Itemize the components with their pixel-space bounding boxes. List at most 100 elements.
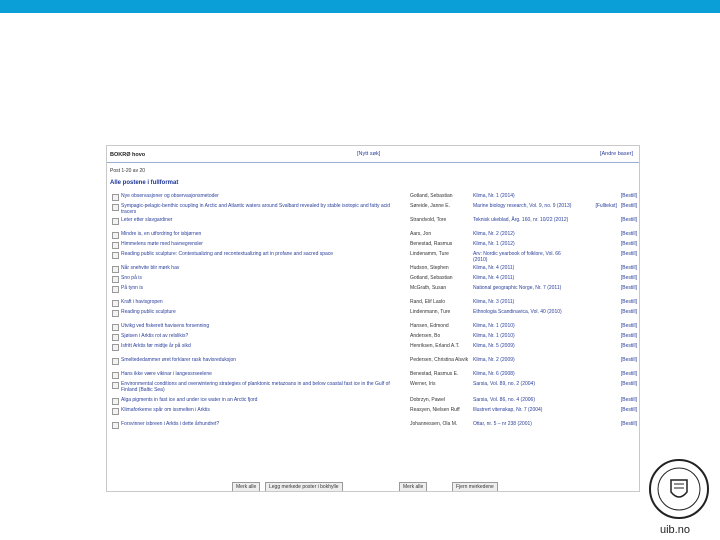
row-source-link[interactable]: Klima, Nr. 2 (2009) — [473, 357, 573, 363]
other-bases-link[interactable]: [Andre baser] — [600, 151, 633, 157]
order-link[interactable]: [Bestill] — [621, 323, 637, 329]
row-checkbox[interactable] — [112, 252, 119, 259]
order-link[interactable]: [Bestill] — [621, 299, 637, 305]
row-source-link[interactable]: Klima, Nr. 1 (2010) — [473, 333, 573, 339]
row-title-link[interactable]: Kraft i havisgropen — [121, 299, 406, 305]
row-title-link[interactable]: Himmelens møte med havnegrensler — [121, 241, 406, 247]
row-title-link[interactable]: Alga pigments in fast ice and under ice … — [121, 397, 406, 403]
row-source-link[interactable]: Klima, Nr. 1 (2014) — [473, 193, 573, 199]
row-source-link[interactable]: Klima, Nr. 1 (2012) — [473, 241, 573, 247]
toolbar-button[interactable]: Merk alle — [399, 482, 428, 491]
row-checkbox[interactable] — [112, 194, 119, 201]
row-title-link[interactable]: Sjøisen i Arktis rot av relslikis? — [121, 333, 406, 339]
row-title-link[interactable]: Sno på is — [121, 275, 406, 281]
order-link[interactable]: [Bestill] — [621, 285, 637, 291]
row-source-link[interactable]: Klima, Nr. 6 (2008) — [473, 371, 573, 377]
row-checkbox[interactable] — [112, 324, 119, 331]
result-row: Sympagic-pelagic-benthic coupling in Arc… — [107, 203, 639, 217]
row-checkbox[interactable] — [112, 286, 119, 293]
row-source-link[interactable]: Ethnologia Scandinavica, Vol. 40 (2010) — [473, 309, 573, 315]
toolbar-button[interactable]: Legg merkede poster i bokhylle — [265, 482, 343, 491]
row-checkbox[interactable] — [112, 398, 119, 405]
row-checkbox[interactable] — [112, 358, 119, 365]
order-link[interactable]: [Bestill] — [621, 381, 637, 387]
row-checkbox[interactable] — [112, 300, 119, 307]
row-source-link[interactable]: Arv: Nordic yearbook of folklore, Vol. 6… — [473, 251, 573, 263]
row-title-link[interactable]: Reading public sculpture: Contextualizin… — [121, 251, 406, 257]
row-source-link[interactable]: Sarsia, Vol. 89, no. 2 (2004) — [473, 381, 573, 387]
toolbar-button[interactable]: Merk alle — [232, 482, 261, 491]
order-link[interactable]: [Bestill] — [621, 357, 637, 363]
row-source-link[interactable]: Sarsia, Vol. 86, no. 4 (2006) — [473, 397, 573, 403]
order-link[interactable]: [Bestill] — [621, 217, 637, 223]
row-title-link[interactable]: Nye observasjoner og observasjonsmetoder — [121, 193, 406, 199]
row-source-link[interactable]: National geographic Norge, Nr. 7 (2011) — [473, 285, 573, 291]
row-author: Hudson, Stephen — [410, 265, 449, 271]
row-actions: [Bestill] — [582, 323, 637, 329]
row-checkbox[interactable] — [112, 372, 119, 379]
order-link[interactable]: [Bestill] — [621, 309, 637, 315]
row-source-link[interactable]: Klima, Nr. 1 (2010) — [473, 323, 573, 329]
row-checkbox[interactable] — [112, 382, 119, 389]
row-title-link[interactable]: Smeltededammer øret forklarer rask havis… — [121, 357, 406, 363]
row-author: Gotland, Sebastian — [410, 275, 453, 281]
row-title-link[interactable]: Hans ikke være vikinar i langessrseelene — [121, 371, 406, 377]
row-checkbox[interactable] — [112, 242, 119, 249]
row-title-link[interactable]: Environmental conditions and overwinteri… — [121, 381, 406, 393]
result-row: Isfritt Arktis før midtje år på sikd Henr… — [107, 343, 639, 357]
order-link[interactable]: [Bestill] — [621, 333, 637, 339]
row-title-link[interactable]: Forsvinner isbreen i Arktis i dette århu… — [121, 421, 406, 427]
row-title-link[interactable]: Reading public sculpture — [121, 309, 406, 315]
row-checkbox[interactable] — [112, 218, 119, 225]
row-title-link[interactable]: På tynn is — [121, 285, 406, 291]
order-link[interactable]: [Bestill] — [621, 203, 637, 209]
row-checkbox[interactable] — [112, 334, 119, 341]
order-link[interactable]: [Bestill] — [621, 265, 637, 271]
row-source-link[interactable]: Illustrert vitenskap, Nr. 7 (2004) — [473, 407, 573, 413]
order-link[interactable]: [Bestill] — [621, 251, 637, 257]
row-source-link[interactable]: Klima, Nr. 4 (2011) — [473, 275, 573, 281]
row-source-link[interactable]: Klima, Nr. 4 (2011) — [473, 265, 573, 271]
order-link[interactable]: [Bestill] — [621, 407, 637, 413]
row-title-link[interactable]: Utvikg ved fiskerett havisens forsenning — [121, 323, 406, 329]
order-link[interactable]: [Bestill] — [621, 371, 637, 377]
row-actions: [Bestill] — [582, 231, 637, 237]
row-title-link[interactable]: Når snehvite blir mørk hav — [121, 265, 406, 271]
row-checkbox[interactable] — [112, 310, 119, 317]
row-checkbox[interactable] — [112, 204, 119, 211]
order-link[interactable]: [Bestill] — [621, 421, 637, 427]
result-row: Reading public sculpture: Contextualizin… — [107, 251, 639, 265]
screenshot-panel: BOKRØ hovo [Nytt søk] [Andre baser] Post… — [106, 145, 640, 492]
row-checkbox[interactable] — [112, 408, 119, 415]
row-title-link[interactable]: Mindre is, en utfordring for isbjørnen — [121, 231, 406, 237]
row-title-link[interactable]: Sympagic-pelagic-benthic coupling in Arc… — [121, 203, 406, 215]
row-checkbox[interactable] — [112, 232, 119, 239]
order-link[interactable]: [Bestill] — [621, 275, 637, 281]
row-source-link[interactable]: Teknisk ukeblad, Årg. 160, nr. 10/22 (20… — [473, 217, 573, 223]
row-checkbox[interactable] — [112, 422, 119, 429]
row-checkbox[interactable] — [112, 266, 119, 273]
fulltext-link[interactable]: [Fulltekst] — [595, 203, 616, 209]
row-title-link[interactable]: Isfritt Arktis før midtje år på sikd — [121, 343, 406, 349]
header-divider — [107, 162, 639, 163]
row-source-link[interactable]: Klima, Nr. 3 (2011) — [473, 299, 573, 305]
row-actions: [Bestill] — [582, 265, 637, 271]
row-title-link[interactable]: Klimaforkerne spår om issmelten i Arktis — [121, 407, 406, 413]
order-link[interactable]: [Bestill] — [621, 343, 637, 349]
order-link[interactable]: [Bestill] — [621, 241, 637, 247]
full-format-link[interactable]: Alle postene i fullformat — [110, 180, 178, 186]
toolbar-button[interactable]: Fjern merkedene — [452, 482, 498, 491]
order-link[interactable]: [Bestill] — [621, 193, 637, 199]
new-search-link[interactable]: [Nytt søk] — [357, 151, 380, 157]
order-link[interactable]: [Bestill] — [621, 397, 637, 403]
row-checkbox[interactable] — [112, 344, 119, 351]
row-source-link[interactable]: Klima, Nr. 5 (2009) — [473, 343, 573, 349]
row-title-link[interactable]: Leter etter slavgardiner — [121, 217, 406, 223]
row-source-link[interactable]: Klima, Nr. 2 (2012) — [473, 231, 573, 237]
result-row: Leter etter slavgardiner Strandvold, Tore… — [107, 217, 639, 231]
row-source-link[interactable]: Marine biology research, Vol. 9, no. 9 (… — [473, 203, 573, 209]
row-checkbox[interactable] — [112, 276, 119, 283]
row-source-link[interactable]: Ottar, nr. 5 – nr 238 (2001) — [473, 421, 573, 427]
row-author: Benestad, Rasmus — [410, 241, 453, 247]
order-link[interactable]: [Bestill] — [621, 231, 637, 237]
